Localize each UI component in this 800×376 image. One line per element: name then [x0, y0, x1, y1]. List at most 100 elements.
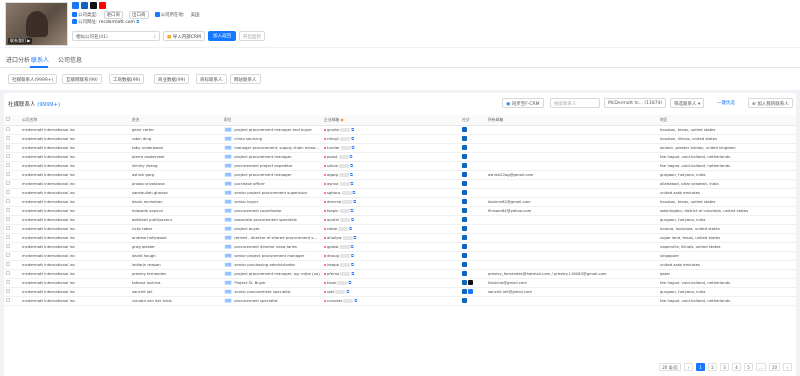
prev-page-button[interactable]: ‹ [684, 363, 694, 371]
company-cell[interactable]: mcdermott international inc [20, 206, 130, 216]
copy-icon[interactable]: ⧉ [353, 199, 356, 204]
name-cell[interactable]: claudia van der hulst [130, 296, 222, 306]
table-row[interactable]: mcdermott international inc samiaullah gh… [4, 188, 796, 198]
linkedin-icon[interactable] [462, 289, 467, 295]
row-checkbox[interactable] [6, 298, 10, 302]
copy-icon[interactable]: ⧉ [351, 136, 354, 141]
linkedin-icon[interactable] [462, 199, 467, 205]
table-row[interactable]: mcdermott international inc anoop srivast… [4, 179, 796, 189]
company-cell[interactable]: mcdermott international inc [20, 287, 130, 297]
all-email-cell[interactable] [486, 188, 658, 198]
row-checkbox[interactable] [6, 262, 10, 266]
column-header[interactable]: 公司名称 [20, 115, 130, 126]
company-cell[interactable]: mcdermott international inc [20, 188, 130, 198]
all-email-cell[interactable] [486, 260, 658, 270]
all-email-cell[interactable] [486, 296, 658, 306]
linkedin-icon[interactable] [462, 253, 467, 259]
row-checkbox[interactable] [6, 208, 10, 212]
all-email-cell[interactable]: ashish22ag@gmail.com [486, 170, 658, 180]
copy-icon[interactable]: ⧉ [350, 172, 353, 177]
table-row[interactable]: mcdermott international inc toby underwoo… [4, 143, 796, 153]
all-email-cell[interactable] [486, 125, 658, 135]
name-cell[interactable]: davin mcmahan [130, 197, 222, 207]
table-row[interactable]: mcdermott international inc robin ding 采购 c… [4, 134, 796, 144]
facebook-icon[interactable] [72, 2, 79, 9]
table-row[interactable]: mcdermott international inc david hough 采购… [4, 251, 796, 261]
name-cell[interactable]: ricky taber [130, 224, 222, 234]
all-email-cell[interactable]: tloukina@gmail.com [486, 278, 658, 288]
all-email-cell[interactable]: davinm82@gmail.com [486, 197, 658, 207]
linkedin-icon[interactable] [462, 226, 467, 232]
name-cell[interactable]: pierre oosterveer [130, 152, 222, 162]
similar-company-input[interactable]: 相似公司名(41) ⌕ [72, 31, 160, 41]
all-email-cell[interactable] [486, 179, 658, 189]
copy-icon[interactable]: ⧉ [351, 271, 354, 276]
copy-icon[interactable]: ⧉ [351, 262, 354, 267]
name-cell[interactable]: sanchit lall [130, 287, 222, 297]
company-cell[interactable]: mcdermott international inc [20, 143, 130, 153]
tab-import-analysis[interactable]: 进口分析 [6, 55, 30, 64]
linkedin-icon[interactable] [462, 298, 467, 304]
column-header[interactable]: 职位 [222, 115, 322, 126]
all-email-cell[interactable] [486, 143, 658, 153]
table-row[interactable]: mcdermott international inc ashish garg 采购… [4, 170, 796, 180]
row-checkbox[interactable] [6, 271, 10, 275]
all-email-cell[interactable] [486, 233, 658, 243]
copy-icon[interactable]: ⧉ [353, 190, 356, 195]
name-cell[interactable]: tatiana loukina [130, 278, 222, 288]
company-cell[interactable]: mcdermott international inc [20, 251, 130, 261]
company-cell[interactable]: mcdermott international inc [20, 296, 130, 306]
table-row[interactable]: mcdermott international inc ledlarjn reap… [4, 260, 796, 270]
company-cell[interactable]: mcdermott international inc [20, 170, 130, 180]
select-all-checkbox[interactable] [6, 117, 10, 122]
copy-icon[interactable]: ⧉ [136, 19, 139, 24]
name-cell[interactable]: greg plaster [130, 242, 222, 252]
linkedin-icon[interactable] [462, 190, 467, 196]
search-icon[interactable]: ⌕ [153, 34, 156, 40]
row-checkbox[interactable] [6, 181, 10, 185]
row-checkbox[interactable] [6, 127, 10, 131]
all-email-cell[interactable] [486, 152, 658, 162]
row-checkbox[interactable] [6, 226, 10, 230]
table-row[interactable]: mcdermott international inc greg plaster 采… [4, 242, 796, 252]
sync-crm-button[interactable]: ▣ 同步至F-CRM [502, 98, 544, 108]
name-cell[interactable]: anoop srivastava [130, 179, 222, 189]
name-cell[interactable]: presley fernandes [130, 269, 222, 279]
page-button[interactable]: 4 [732, 363, 742, 371]
page-button[interactable]: 1 [696, 363, 706, 371]
row-checkbox[interactable] [6, 289, 10, 293]
table-row[interactable]: mcdermott international inc abhilash puth… [4, 215, 796, 225]
company-filter-select[interactable]: McDermott In... (11874) [604, 98, 666, 108]
linkedin-icon[interactable] [462, 235, 467, 241]
all-email-cell[interactable]: sanchit.lall@gmail.com [486, 287, 658, 297]
name-cell[interactable]: andrew hollywood [130, 233, 222, 243]
column-header[interactable]: 社交 [460, 115, 486, 126]
company-cell[interactable]: mcdermott international inc [20, 269, 130, 279]
page-button[interactable]: 5 [744, 363, 754, 371]
add-button[interactable]: 加入返回 [208, 31, 236, 41]
linkedin-icon[interactable] [81, 2, 88, 9]
import-crm-button[interactable]: ■ 导入内部CRM [163, 31, 205, 41]
table-row[interactable]: mcdermott international inc ricky taber 采购… [4, 224, 796, 234]
name-cell[interactable]: samiaullah ghouse [130, 188, 222, 198]
subtab-internet[interactable]: 互联网联系(99) [62, 74, 102, 84]
row-checkbox[interactable] [6, 154, 10, 158]
row-checkbox[interactable] [6, 253, 10, 257]
page-button[interactable]: 3 [720, 363, 730, 371]
company-cell[interactable]: mcdermott international inc [20, 260, 130, 270]
all-email-cell[interactable] [486, 134, 658, 144]
column-header[interactable]: 地区 [658, 115, 796, 126]
copy-icon[interactable]: ⧉ [351, 208, 354, 213]
linkedin-icon[interactable] [462, 280, 467, 286]
company-cell[interactable]: mcdermott international inc [20, 197, 130, 207]
copy-icon[interactable]: ⧉ [351, 127, 354, 132]
company-cell[interactable]: mcdermott international inc [20, 152, 130, 162]
table-row[interactable]: mcdermott international inc andrew hollyw… [4, 233, 796, 243]
x-icon[interactable] [90, 2, 97, 9]
linkedin-icon[interactable] [462, 181, 467, 187]
table-row[interactable]: mcdermott international inc folasade sapi… [4, 206, 796, 216]
company-cell[interactable]: mcdermott international inc [20, 179, 130, 189]
company-cell[interactable]: mcdermott international inc [20, 278, 130, 288]
x-icon[interactable] [468, 280, 473, 286]
name-cell[interactable]: gene carter [130, 125, 222, 135]
